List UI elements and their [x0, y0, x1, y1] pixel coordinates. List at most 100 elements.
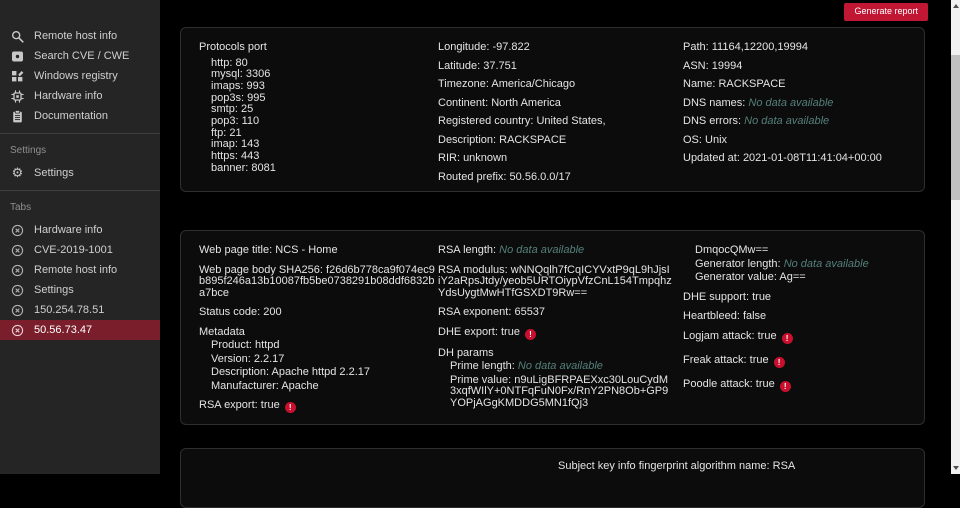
- field-label: Poodle attack:: [683, 378, 753, 390]
- scroll-down-icon[interactable]: [951, 463, 960, 473]
- alert-icon: !: [781, 332, 793, 344]
- tab-item-cve-2019-1001[interactable]: CVE-2019-1001: [0, 240, 160, 260]
- field-value: Unix: [705, 133, 728, 146]
- field-value: No data available: [499, 244, 585, 256]
- host-info-panel: Protocols port http: 80 mysql: 3306 imaps:…: [180, 27, 925, 192]
- field-value: true: [260, 399, 280, 411]
- sidebar-item-label: 50.56.73.47: [34, 324, 93, 336]
- web-ssl-panel: Web page title: NCS - Home Web page body …: [180, 230, 925, 425]
- scrollbar-thumb[interactable]: [951, 55, 960, 200]
- info-row: ASN: 19994: [683, 59, 911, 73]
- info-row: Updated at: 2021-01-08T11:41:04+00:00: [683, 152, 911, 165]
- close-circle-icon[interactable]: [10, 303, 25, 318]
- sidebar-item-label: Documentation: [34, 110, 108, 122]
- field-label: Latitude:: [438, 59, 481, 72]
- clipboard-icon: [10, 109, 25, 124]
- sidebar-item-label: Settings: [34, 167, 74, 179]
- field-value: America/Chicago: [491, 78, 576, 90]
- divider: [0, 190, 160, 191]
- rsa-dh-column: RSA length: No data available RSA modulus…: [438, 244, 672, 417]
- field-value: NCS - Home: [275, 244, 338, 256]
- cert-row: Subject key info fingerprint algorithm n…: [558, 460, 796, 473]
- field-label: Metadata: [199, 325, 245, 338]
- close-circle-icon[interactable]: [10, 263, 25, 278]
- field-value: unknown: [463, 152, 508, 164]
- info-row: Version: 2.2.17: [211, 352, 435, 366]
- info-row: RIR: unknown: [438, 152, 672, 165]
- field-label: Updated at:: [683, 152, 740, 164]
- main-content: Generate report Protocols port http: 80 m…: [160, 0, 951, 508]
- field-value: United States,: [536, 115, 606, 127]
- field-label: RSA exponent:: [438, 306, 512, 318]
- field-value: 2021-01-08T11:41:04+00:00: [742, 152, 882, 164]
- field-label: Routed prefix:: [438, 170, 507, 183]
- certificate-panel: Subject key info fingerprint algorithm n…: [180, 448, 925, 508]
- field-label: Web page title:: [199, 244, 273, 256]
- info-row: Manufacturer: Apache: [211, 379, 435, 393]
- sidebar-item-label: Windows registry: [34, 70, 118, 82]
- alert-icon: !: [524, 328, 536, 340]
- tab-item-50-56-73-47[interactable]: 50.56.73.47: [0, 320, 160, 340]
- field-value: North America: [491, 96, 561, 109]
- info-row: Prime length: No data available: [450, 361, 672, 373]
- cve-square-icon: [10, 49, 25, 64]
- field-label: RSA export:: [199, 399, 258, 411]
- sidebar-item-label: Remote host info: [34, 264, 118, 276]
- field-label: DNS names:: [683, 96, 746, 109]
- info-row: Poodle attack: true!: [683, 378, 911, 393]
- sidebar-item-label: Remote host info: [34, 30, 118, 42]
- tab-item-settings[interactable]: Settings: [0, 280, 160, 300]
- field-value: RSA: [772, 460, 796, 472]
- alert-icon: !: [773, 357, 785, 368]
- close-circle-icon[interactable]: [10, 223, 25, 238]
- field-value: Apache: [281, 379, 319, 392]
- tab-item-150-254-78-51[interactable]: 150.254.78.51: [0, 300, 160, 320]
- scrollbar[interactable]: [951, 0, 960, 474]
- field-label: ASN:: [683, 59, 709, 72]
- info-row: DHE export: true!: [438, 326, 672, 340]
- field-label: Subject key info fingerprint algorithm n…: [558, 460, 770, 472]
- sidebar-item-remote-host-info[interactable]: Remote host info: [0, 26, 160, 46]
- info-row: Status code: 200: [199, 306, 435, 319]
- scroll-up-icon[interactable]: [951, 1, 960, 11]
- info-row: Generator length: No data available: [695, 258, 911, 271]
- webpage-column: Web page title: NCS - Home Web page body …: [199, 244, 435, 421]
- sidebar-item-documentation[interactable]: Documentation: [0, 106, 160, 126]
- close-circle-icon[interactable]: [10, 323, 25, 338]
- field-label: RSA length:: [438, 244, 497, 256]
- field-value: 19994: [711, 59, 743, 72]
- info-row: Description: RACKSPACE: [438, 134, 672, 147]
- field-label: Status code:: [199, 306, 261, 318]
- hardware-chip-icon: [10, 89, 25, 104]
- close-circle-icon[interactable]: [10, 283, 25, 298]
- info-row: Registered country: United States,: [438, 115, 672, 128]
- tabs-section-header: Tabs: [10, 202, 32, 213]
- alert-icon: !: [779, 381, 791, 393]
- field-label: Generator value:: [695, 271, 777, 283]
- sidebar-item-settings[interactable]: ⚙ Settings: [0, 163, 160, 183]
- field-value: true: [757, 329, 777, 342]
- sidebar-item-hardware-info[interactable]: Hardware info: [0, 86, 160, 106]
- gear-icon: ⚙: [11, 165, 24, 181]
- field-label: Product:: [211, 339, 252, 351]
- sidebar-item-search-cve-cwe[interactable]: Search CVE / CWE: [0, 46, 160, 66]
- field-value: false: [742, 310, 767, 322]
- generate-report-button[interactable]: Generate report: [844, 3, 928, 21]
- sidebar-item-windows-registry[interactable]: Windows registry: [0, 66, 160, 86]
- info-row: RSA exponent: 65537: [438, 306, 672, 319]
- field-value: 65537: [514, 306, 546, 318]
- sidebar-item-label: Hardware info: [34, 224, 103, 236]
- settings-item-box: ⚙ Settings: [0, 163, 160, 183]
- info-row: Metadata: [199, 325, 435, 339]
- field-label: Logjam attack:: [683, 329, 755, 342]
- info-row: Description: Apache httpd 2.2.17: [211, 366, 435, 379]
- field-value: No data available: [517, 360, 603, 373]
- field-value: 2.2.17: [253, 352, 285, 365]
- info-row: Timezone: America/Chicago: [438, 78, 672, 91]
- info-row: Name: RACKSPACE: [683, 78, 911, 91]
- tab-item-hardware-info[interactable]: Hardware info: [0, 220, 160, 240]
- tab-item-remote-host-info[interactable]: Remote host info: [0, 260, 160, 280]
- field-label: Heartbleed:: [683, 310, 740, 322]
- close-circle-icon[interactable]: [10, 243, 25, 258]
- port-row: banner: 8081: [211, 161, 276, 174]
